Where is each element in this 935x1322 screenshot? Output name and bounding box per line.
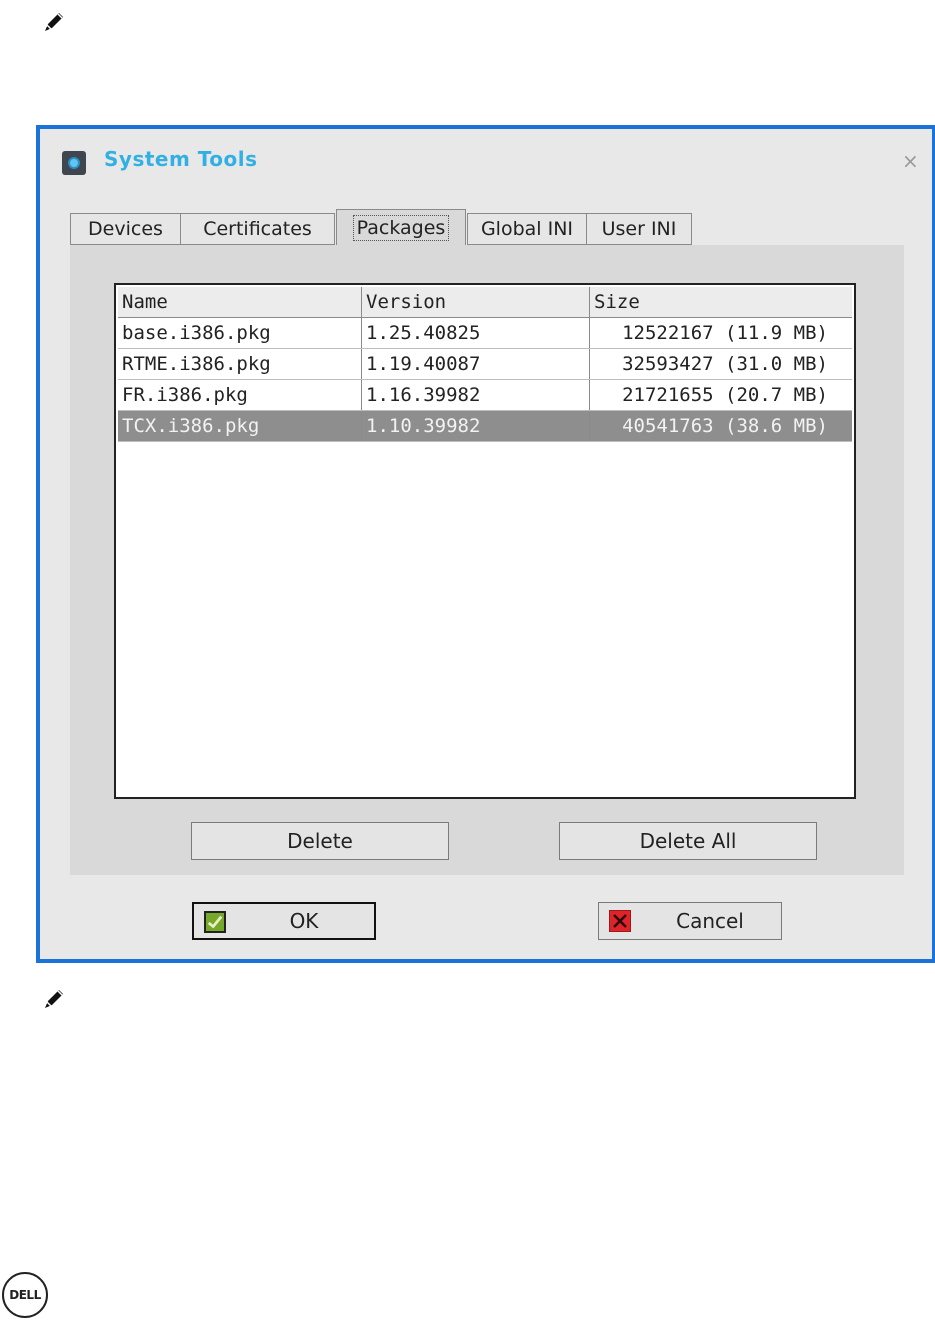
tab-user-ini[interactable]: User INI	[586, 213, 692, 245]
table-row[interactable]: base.i386.pkg 1.25.40825 12522167 (11.9 …	[118, 318, 852, 349]
package-name: TCX.i386.pkg	[118, 411, 362, 441]
dell-logo: DELL	[2, 1272, 48, 1318]
tab-label: Devices	[88, 218, 163, 240]
table-row[interactable]: RTME.i386.pkg 1.19.40087 32593427 (31.0 …	[118, 349, 852, 380]
package-size: 40541763 (38.6 MB)	[622, 415, 828, 437]
cancel-button-label: Cancel	[676, 909, 744, 933]
package-size: 32593427 (31.0 MB)	[622, 353, 828, 375]
dialog-title: System Tools	[104, 147, 258, 171]
package-size: 21721655 (20.7 MB)	[622, 384, 828, 406]
package-version: 1.25.40825	[362, 318, 590, 348]
table-row-selected[interactable]: TCX.i386.pkg 1.10.39982 40541763 (38.6 M…	[118, 411, 852, 442]
system-tools-icon	[62, 151, 86, 175]
system-tools-dialog: System Tools × Devices Certificates Pack…	[36, 125, 935, 963]
package-name: FR.i386.pkg	[118, 380, 362, 410]
tab-devices[interactable]: Devices	[70, 213, 181, 245]
table-header: Name Version Size	[118, 287, 852, 318]
note-pencil-icon	[42, 8, 68, 34]
ok-button[interactable]: OK	[192, 902, 376, 940]
tab-certificates[interactable]: Certificates	[180, 213, 335, 245]
column-header-name[interactable]: Name	[118, 287, 362, 317]
table-row[interactable]: FR.i386.pkg 1.16.39982 21721655 (20.7 MB…	[118, 380, 852, 411]
delete-button[interactable]: Delete	[191, 822, 449, 860]
packages-table[interactable]: Name Version Size base.i386.pkg 1.25.408…	[114, 283, 856, 799]
close-icon[interactable]: ×	[902, 149, 919, 173]
package-size: 12522167 (11.9 MB)	[622, 322, 828, 344]
tab-label: Certificates	[203, 218, 312, 240]
column-header-size[interactable]: Size	[590, 287, 852, 317]
tab-packages[interactable]: Packages	[336, 209, 466, 245]
package-name: base.i386.pkg	[118, 318, 362, 348]
delete-button-label: Delete	[287, 829, 353, 853]
package-version: 1.19.40087	[362, 349, 590, 379]
tab-global-ini[interactable]: Global INI	[467, 213, 587, 245]
delete-all-button-label: Delete All	[639, 829, 737, 853]
tab-label: User INI	[601, 218, 677, 240]
package-version: 1.16.39982	[362, 380, 590, 410]
tab-label: Global INI	[480, 218, 574, 240]
package-name: RTME.i386.pkg	[118, 349, 362, 379]
tab-label: Packages	[352, 214, 450, 241]
ok-button-label: OK	[289, 909, 319, 933]
package-version: 1.10.39982	[362, 411, 590, 441]
packages-panel: Name Version Size base.i386.pkg 1.25.408…	[70, 245, 904, 875]
cancel-button[interactable]: Cancel	[598, 902, 782, 940]
delete-all-button[interactable]: Delete All	[559, 822, 817, 860]
note-pencil-icon	[42, 985, 68, 1011]
column-header-version[interactable]: Version	[362, 287, 590, 317]
